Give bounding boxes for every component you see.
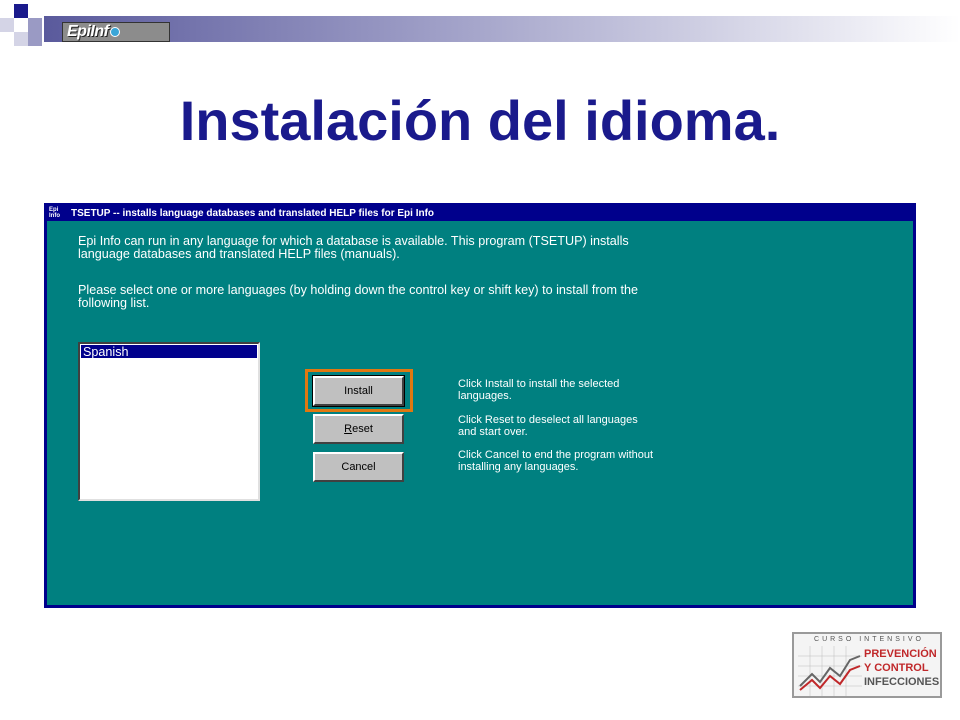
corner-square (14, 32, 28, 46)
window-title: TSETUP -- installs language databases an… (71, 208, 435, 219)
list-item-spanish[interactable]: Spanish (81, 345, 257, 359)
reset-button[interactable]: Reset (313, 414, 404, 444)
reset-label: eset (352, 423, 373, 435)
course-logo-line1: PREVENCIÓN (864, 648, 937, 660)
course-logo: CURSO INTENSIVO PREVENCIÓN Y CONTROL INF… (792, 632, 942, 698)
language-listbox[interactable]: Spanish (78, 342, 260, 501)
corner-square (14, 4, 28, 18)
corner-square (28, 18, 42, 32)
course-logo-top: CURSO INTENSIVO (814, 636, 924, 643)
cancel-help-text: Click Cancel to end the program without … (458, 449, 654, 473)
epi-info-logo: EpiInf (62, 22, 170, 42)
header-bar (44, 16, 960, 42)
instruction-text: Please select one or more languages (by … (78, 283, 639, 310)
cancel-button[interactable]: Cancel (313, 452, 404, 482)
install-help-text: Click Install to install the selected la… (458, 378, 620, 402)
course-logo-line2: Y CONTROL (864, 662, 929, 674)
tsetup-window: Epi Info TSETUP -- installs language dat… (44, 203, 916, 608)
corner-square (28, 32, 42, 46)
reset-mnemonic: R (344, 423, 353, 435)
logo-dot-icon (110, 27, 121, 37)
epi-info-app-icon[interactable]: Epi Info (47, 206, 69, 221)
install-button[interactable]: Install (312, 375, 405, 407)
corner-square (0, 18, 14, 32)
reset-help-text: Click Reset to deselect all languages an… (458, 414, 638, 438)
trend-chart-icon (798, 646, 862, 696)
course-logo-line3: INFECCIONES (864, 676, 940, 688)
description-text: Epi Info can run in any language for whi… (78, 234, 629, 261)
logo-text: EpiInf (67, 23, 109, 40)
window-titlebar[interactable]: Epi Info TSETUP -- installs language dat… (47, 206, 913, 221)
slide-title: Instalación del idioma. (179, 89, 781, 152)
